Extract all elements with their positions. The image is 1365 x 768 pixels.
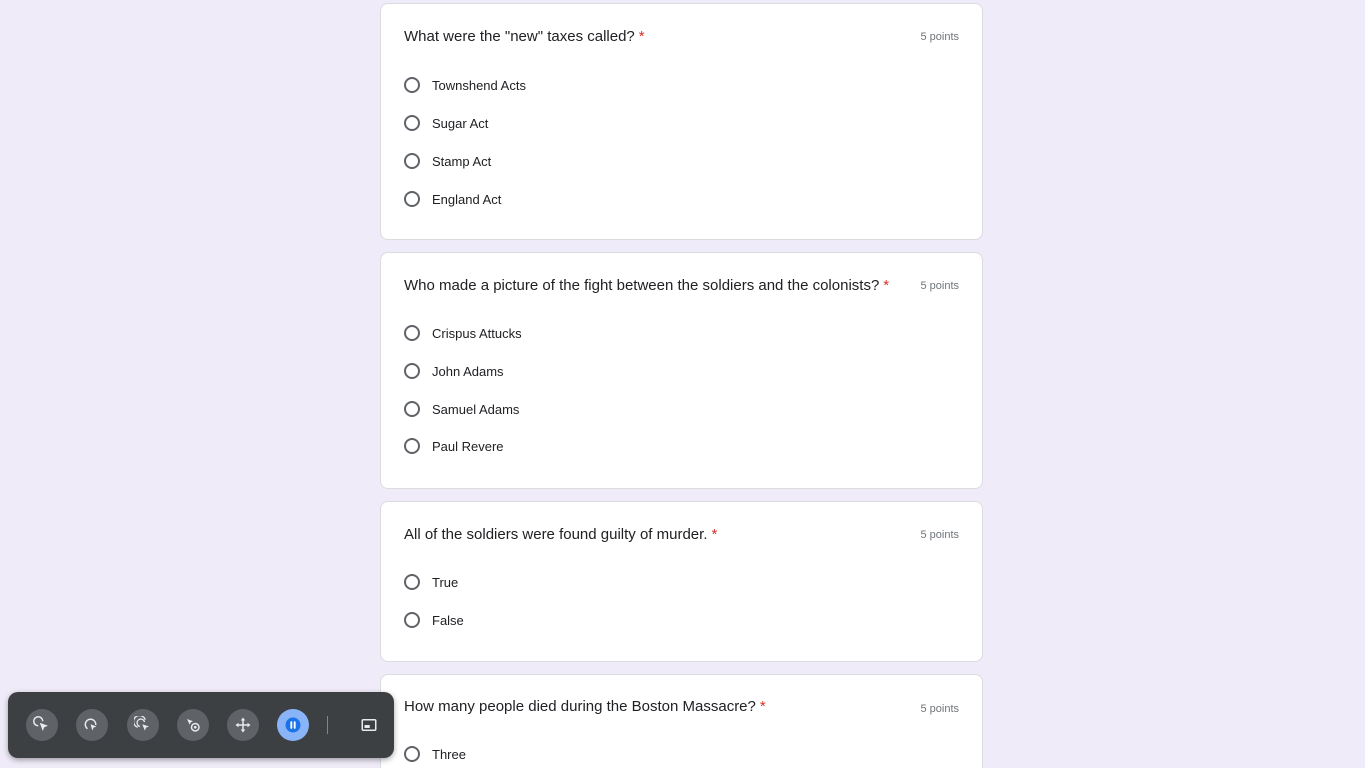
question-title: All of the soldiers were found guilty of… (404, 526, 718, 543)
radio-button[interactable] (404, 401, 420, 417)
option-stamp-act[interactable]: Stamp Act (404, 150, 491, 172)
question-card-1: What were the "new" taxes called? * 5 poi… (380, 3, 983, 240)
option-label: Samuel Adams (432, 401, 520, 417)
radio-button[interactable] (404, 438, 420, 454)
radio-button[interactable] (404, 363, 420, 379)
radio-button[interactable] (404, 612, 420, 628)
question-card-2: Who made a picture of the fight between … (380, 252, 983, 489)
pause-icon (285, 717, 301, 733)
radio-button[interactable] (404, 153, 420, 169)
points-label: 5 points (920, 31, 959, 43)
radio-button[interactable] (404, 746, 420, 762)
option-samuel-adams[interactable]: Samuel Adams (404, 398, 519, 420)
option-true[interactable]: True (404, 571, 458, 593)
option-false[interactable]: False (404, 609, 464, 631)
question-card-3: All of the soldiers were found guilty of… (380, 501, 983, 662)
option-label: Sugar Act (432, 115, 489, 131)
picture-in-picture-icon (361, 719, 377, 731)
option-label: Townshend Acts (432, 77, 526, 93)
option-three[interactable]: Three (404, 743, 466, 765)
toolbar-divider (327, 716, 328, 734)
cursor-click-icon (33, 716, 48, 731)
points-label: 5 points (920, 703, 959, 715)
radio-button[interactable] (404, 77, 420, 93)
radio-button[interactable] (404, 191, 420, 207)
radio-button[interactable] (404, 325, 420, 341)
required-asterisk: * (711, 526, 718, 543)
option-label: True (432, 574, 459, 590)
option-townshend-acts[interactable]: Townshend Acts (404, 74, 526, 96)
question-card-4: How many people died during the Boston M… (380, 674, 983, 768)
recording-toolbar (8, 692, 394, 758)
option-label: England Act (432, 191, 502, 207)
option-sugar-act[interactable]: Sugar Act (404, 112, 488, 134)
option-label: Paul Revere (432, 438, 504, 454)
required-asterisk: * (883, 277, 890, 294)
cursor-loop-button[interactable] (76, 709, 108, 741)
cursor-loop-icon (84, 718, 97, 731)
option-label: Three (432, 746, 466, 762)
move-button[interactable] (227, 709, 259, 741)
option-crispus-attucks[interactable]: Crispus Attucks (404, 322, 522, 344)
radio-button[interactable] (404, 115, 420, 131)
pause-button[interactable] (277, 709, 309, 741)
question-title: What were the "new" taxes called? * (404, 28, 645, 45)
cursor-click-button[interactable] (26, 709, 58, 741)
required-asterisk: * (759, 698, 766, 715)
picture-in-picture-button[interactable] (353, 709, 385, 741)
option-england-act[interactable]: England Act (404, 188, 501, 210)
cursor-target-icon (187, 719, 200, 732)
radio-button[interactable] (404, 574, 420, 590)
move-arrows-icon (235, 717, 251, 733)
option-paul-revere[interactable]: Paul Revere (404, 435, 504, 457)
question-title: Who made a picture of the fight between … (404, 277, 890, 294)
points-label: 5 points (920, 280, 959, 292)
option-label: False (432, 612, 464, 628)
cursor-double-click-icon (134, 716, 149, 731)
option-label: John Adams (432, 363, 504, 379)
question-title: How many people died during the Boston M… (404, 698, 766, 715)
cursor-target-button[interactable] (177, 709, 209, 741)
option-label: Stamp Act (432, 153, 492, 169)
form-page: What were the "new" taxes called? * 5 poi… (0, 0, 1365, 768)
option-label: Crispus Attucks (432, 325, 522, 341)
option-john-adams[interactable]: John Adams (404, 360, 504, 382)
required-asterisk: * (638, 28, 645, 45)
cursor-double-click-button[interactable] (127, 709, 159, 741)
points-label: 5 points (920, 529, 959, 541)
